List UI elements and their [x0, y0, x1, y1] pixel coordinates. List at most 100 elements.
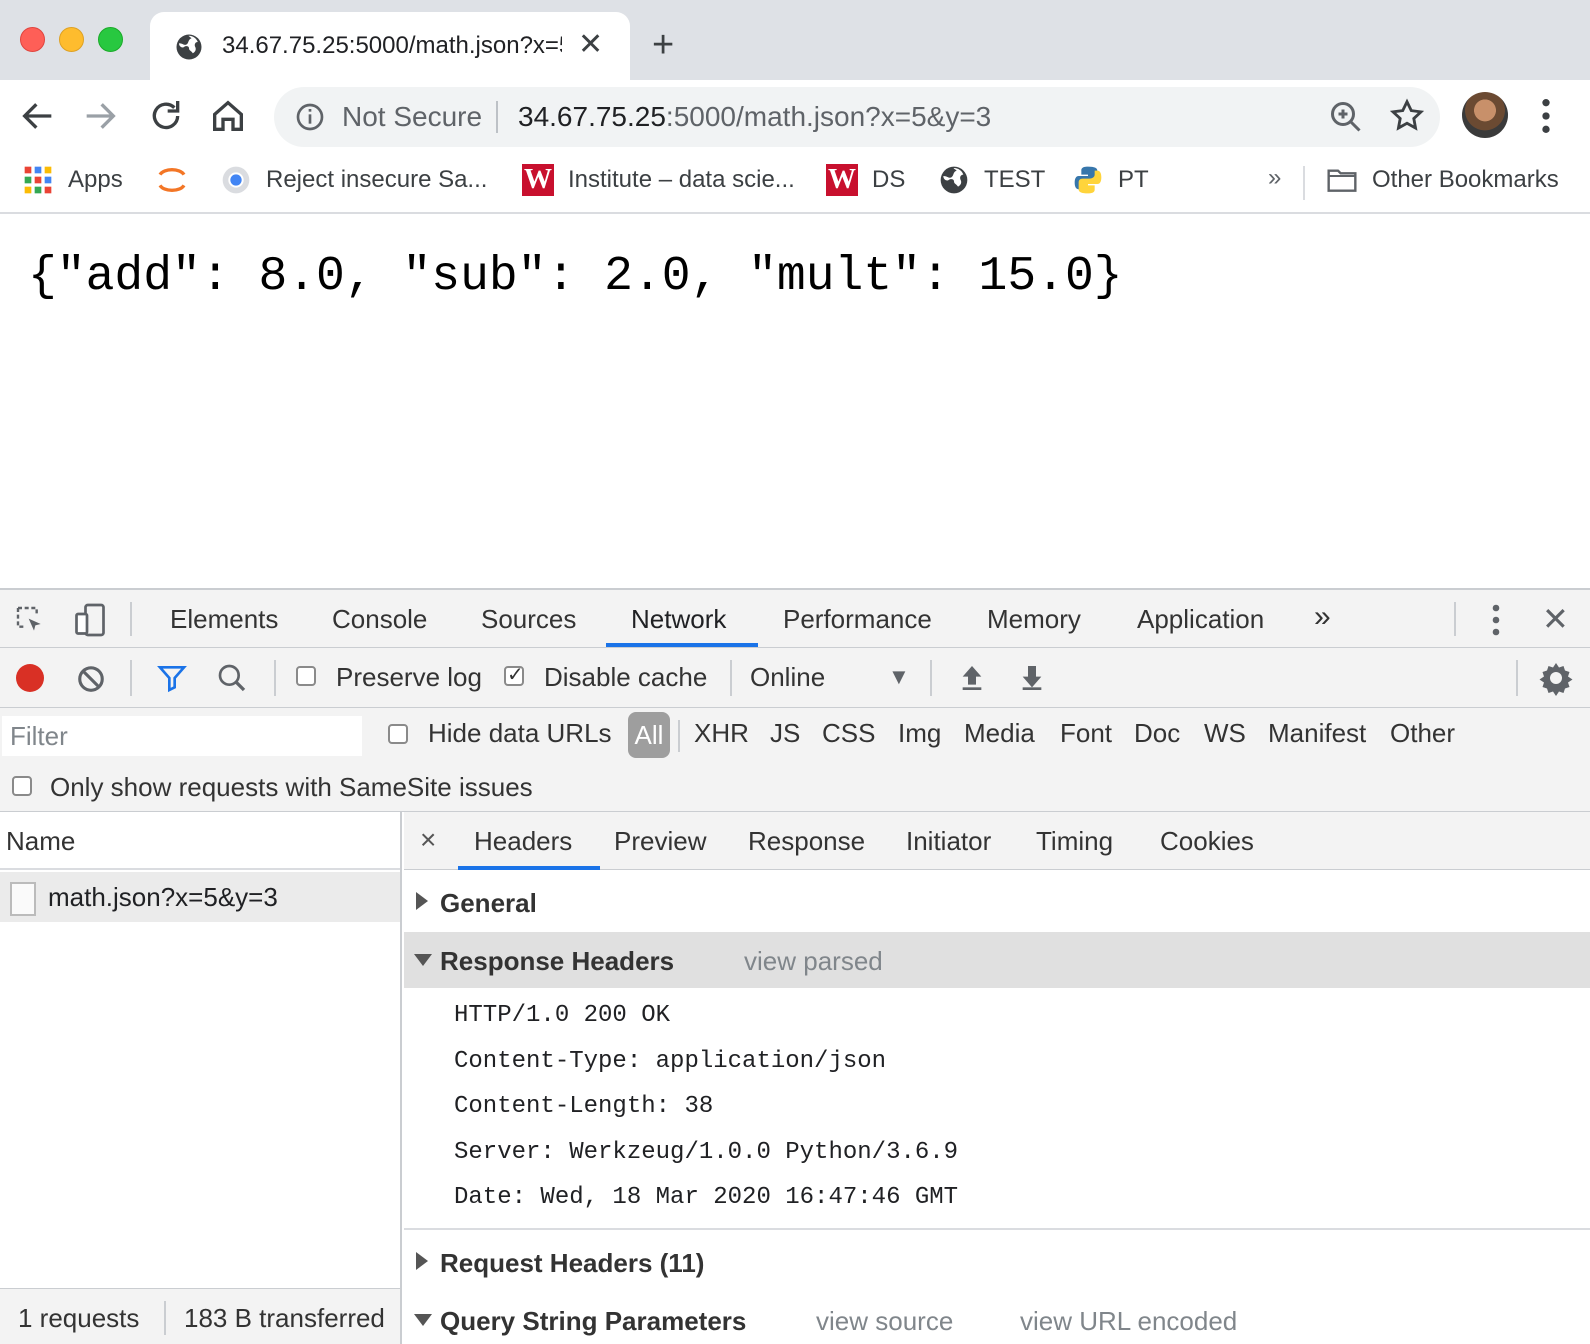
request-count: 1 requests [18, 1303, 140, 1333]
tab-memory[interactable]: Memory [987, 604, 1081, 635]
filter-type-doc[interactable]: Doc [1134, 718, 1180, 749]
import-har-icon[interactable] [956, 662, 988, 694]
request-headers-section-header[interactable]: Request Headers (11) [404, 1234, 1590, 1290]
close-details-icon[interactable]: × [420, 824, 436, 856]
maximize-window-button[interactable] [98, 27, 123, 52]
filter-funnel-icon[interactable] [156, 662, 188, 694]
response-headers-section-header[interactable]: Response Headers view parsed [404, 932, 1590, 988]
filter-type-media[interactable]: Media [964, 718, 1035, 749]
json-response-text: {"add": 8.0, "sub": 2.0, "mult": 15.0} [28, 250, 1123, 304]
folder-icon [1327, 169, 1357, 192]
hide-data-urls-label: Hide data URLs [428, 718, 612, 748]
inspect-element-icon[interactable] [14, 604, 46, 636]
bookmarks-divider [1303, 166, 1305, 200]
bookmarks-overflow-button[interactable]: » [1268, 164, 1281, 192]
tab-preview[interactable]: Preview [614, 826, 706, 857]
jupyter-icon [158, 168, 186, 192]
bookmark-pt[interactable]: PT [1072, 164, 1149, 196]
throttle-select[interactable]: Online [750, 662, 825, 693]
filter-type-css[interactable]: CSS [822, 718, 875, 749]
globe-icon [176, 34, 202, 60]
filter-type-js[interactable]: JS [770, 718, 800, 749]
tab-elements[interactable]: Elements [170, 604, 278, 635]
filter-type-other[interactable]: Other [1390, 718, 1455, 749]
filter-input[interactable] [2, 716, 362, 756]
tab-performance[interactable]: Performance [783, 604, 932, 635]
preserve-log-label: Preserve log [336, 662, 482, 692]
hide-data-urls-checkbox[interactable] [388, 724, 408, 744]
url-rest: :5000/math.json?x=5&y=3 [665, 101, 992, 132]
query-params-section-header[interactable]: Query String Parameters view source view… [404, 1292, 1590, 1344]
bookmarks-bar: Apps Reject insecure Sa... W Institute –… [0, 154, 1590, 214]
bookmark-test[interactable]: TEST [938, 164, 1045, 196]
close-window-button[interactable] [20, 27, 45, 52]
devtools-tab-bar: Elements Console Sources Network Perform… [0, 590, 1590, 648]
gear-icon[interactable] [1538, 660, 1574, 696]
new-tab-button[interactable]: + [652, 26, 674, 64]
filter-type-img[interactable]: Img [898, 718, 941, 749]
other-bookmarks[interactable]: Other Bookmarks [1326, 164, 1559, 196]
browser-menu-icon[interactable] [1536, 96, 1556, 136]
bookmark-reject-insecure[interactable]: Reject insecure Sa... [220, 164, 487, 196]
tab-close-icon[interactable]: ✕ [578, 30, 603, 60]
more-tabs-button[interactable]: » [1314, 600, 1331, 634]
bookmark-jupyter[interactable] [156, 164, 202, 196]
filter-type-all[interactable]: All [628, 712, 670, 758]
preserve-log-checkbox[interactable] [296, 666, 316, 686]
info-icon[interactable] [294, 101, 326, 133]
filter-divider [678, 720, 680, 752]
dropdown-arrow-icon[interactable]: ▼ [888, 664, 910, 690]
tab-cookies[interactable]: Cookies [1160, 826, 1254, 857]
name-column-header[interactable]: Name [0, 812, 400, 870]
zoom-icon[interactable] [1328, 99, 1364, 135]
record-button[interactable] [16, 664, 44, 692]
close-devtools-icon[interactable]: ✕ [1542, 600, 1569, 638]
filter-type-font[interactable]: Font [1060, 718, 1112, 749]
browser-tab[interactable]: 34.67.75.25:5000/math.json?x=5&y=3 ✕ [150, 12, 630, 80]
tab-initiator[interactable]: Initiator [906, 826, 991, 857]
minimize-window-button[interactable] [59, 27, 84, 52]
home-icon[interactable] [208, 96, 248, 136]
bookmark-star-icon[interactable] [1388, 97, 1426, 135]
profile-avatar[interactable] [1462, 92, 1508, 138]
general-title: General [440, 888, 537, 918]
query-params-title: Query String Parameters [440, 1306, 747, 1336]
clear-icon[interactable] [76, 664, 106, 694]
tab-response[interactable]: Response [748, 826, 865, 857]
samesite-checkbox[interactable] [12, 776, 32, 796]
back-arrow-icon[interactable] [18, 96, 58, 136]
apps-grid-icon [24, 166, 52, 194]
table-row[interactable]: math.json?x=5&y=3 [0, 872, 400, 922]
view-parsed-link[interactable]: view parsed [744, 946, 883, 977]
reload-icon[interactable] [146, 96, 186, 136]
filter-type-manifest[interactable]: Manifest [1268, 718, 1366, 749]
detail-tab-bar: × Headers Preview Response Initiator Tim… [404, 812, 1590, 870]
filter-type-xhr[interactable]: XHR [694, 718, 749, 749]
device-toolbar-icon[interactable] [72, 602, 108, 638]
view-url-encoded-link[interactable]: view URL encoded [1020, 1306, 1237, 1337]
globe-icon [940, 166, 968, 194]
w-logo-icon: W [826, 164, 858, 196]
disable-cache-checkbox[interactable] [504, 662, 524, 687]
tab-network[interactable]: Network [631, 604, 726, 635]
filter-type-ws[interactable]: WS [1204, 718, 1246, 749]
bookmark-institute[interactable]: W Institute – data scie... [522, 164, 795, 196]
bookmark-label: PT [1118, 166, 1149, 193]
tab-console[interactable]: Console [332, 604, 427, 635]
view-source-link[interactable]: view source [816, 1306, 953, 1337]
forward-arrow-icon[interactable] [80, 96, 120, 136]
search-icon[interactable] [216, 662, 248, 694]
tab-application[interactable]: Application [1137, 604, 1264, 635]
devtools-menu-icon[interactable] [1486, 602, 1506, 638]
address-bar[interactable]: Not Secure 34.67.75.25:5000/math.json?x=… [274, 87, 1440, 147]
url-text[interactable]: 34.67.75.25:5000/math.json?x=5&y=3 [518, 101, 991, 133]
tab-timing[interactable]: Timing [1036, 826, 1113, 857]
security-label[interactable]: Not Secure [342, 101, 482, 133]
export-har-icon[interactable] [1016, 662, 1048, 694]
tab-sources[interactable]: Sources [481, 604, 576, 635]
bookmark-ds[interactable]: W DS [826, 164, 905, 196]
tab-headers[interactable]: Headers [474, 826, 572, 857]
transferred-size: 183 B transferred [184, 1303, 385, 1333]
general-section-header[interactable]: General [404, 874, 1590, 930]
bookmark-apps[interactable]: Apps [22, 164, 123, 196]
